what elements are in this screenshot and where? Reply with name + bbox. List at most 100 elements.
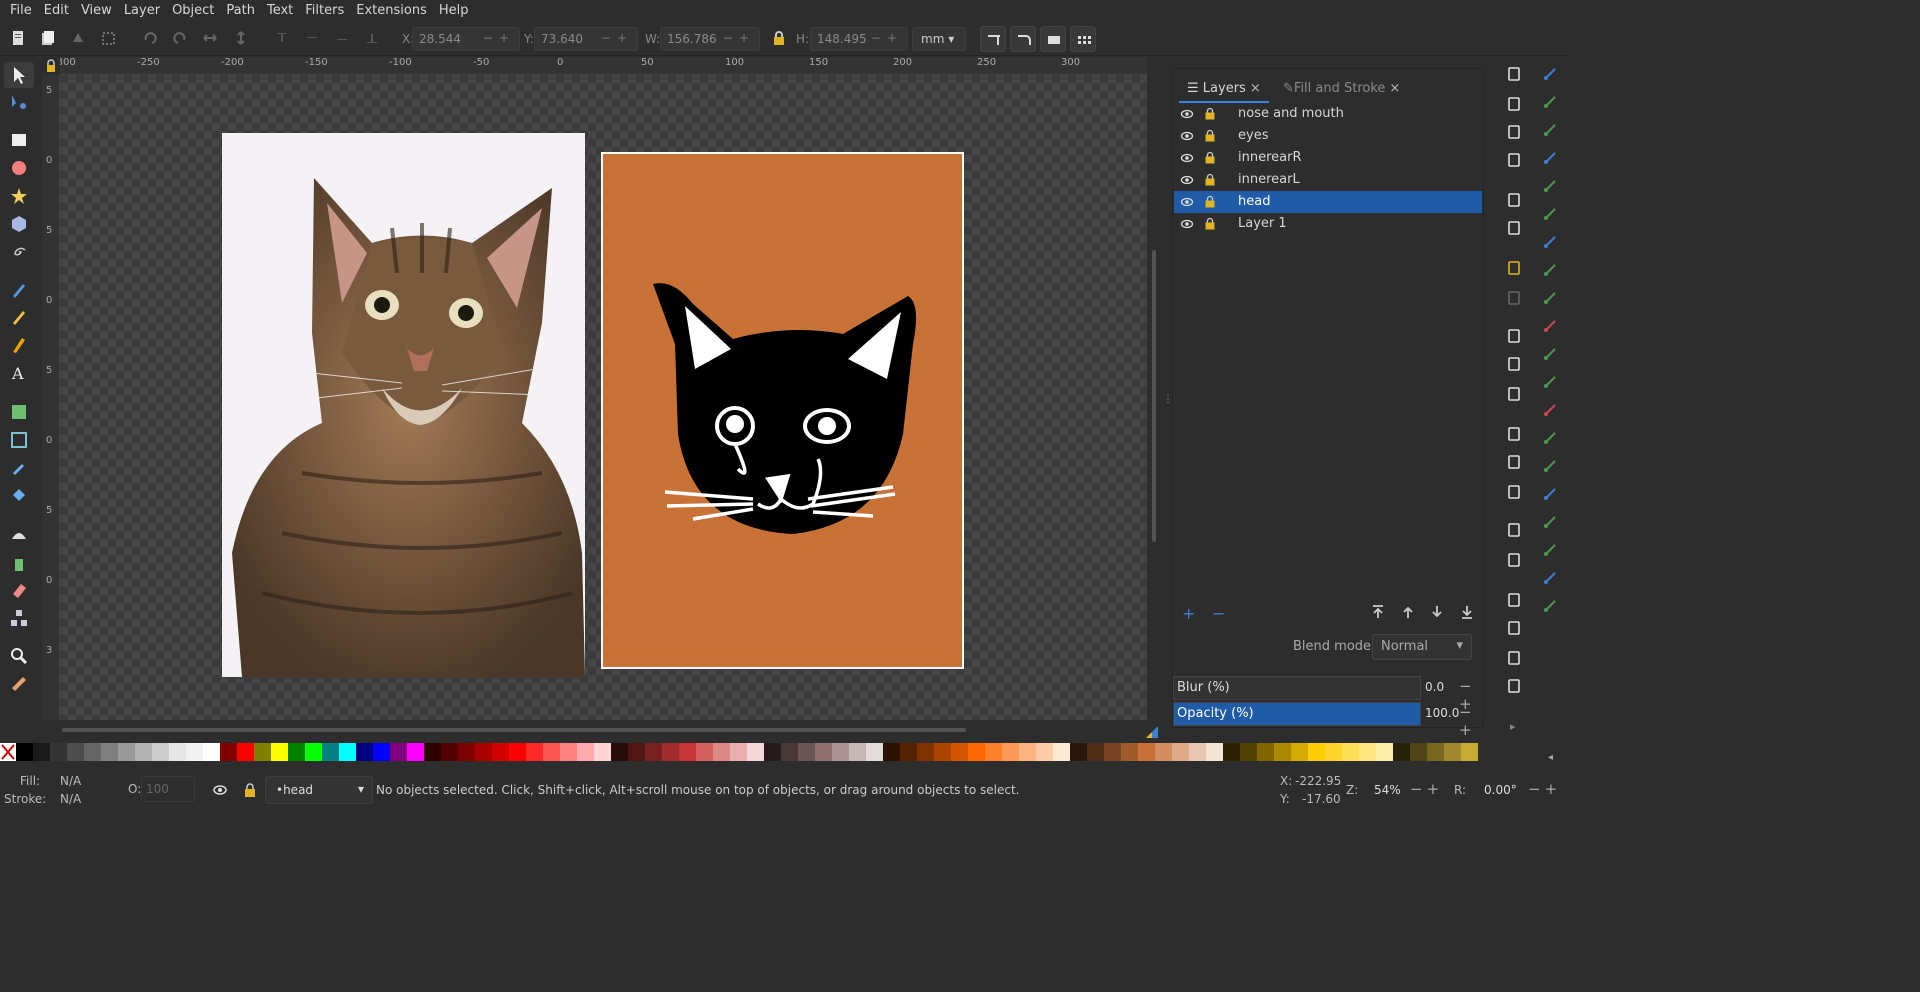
color-swatch[interactable]	[475, 743, 492, 761]
color-swatch[interactable]	[1053, 743, 1070, 761]
ungroup-icon[interactable]	[1506, 552, 1522, 568]
color-swatch[interactable]	[1461, 743, 1478, 761]
color-manage-icon[interactable]	[1146, 726, 1158, 738]
open-file-icon[interactable]	[1506, 96, 1522, 112]
print-icon[interactable]	[1506, 152, 1522, 168]
raise-icon[interactable]	[304, 30, 320, 46]
text-tool-icon[interactable]: A	[9, 363, 29, 383]
color-swatch[interactable]	[1036, 743, 1053, 761]
lock-icon[interactable]	[1204, 129, 1216, 142]
vertical-scrollbar[interactable]	[1150, 60, 1158, 720]
color-swatch[interactable]	[339, 743, 356, 761]
color-swatch[interactable]	[1223, 743, 1240, 761]
spiral-tool-icon[interactable]	[9, 242, 29, 262]
color-swatch[interactable]	[305, 743, 322, 761]
snap-option-icon[interactable]	[1542, 94, 1558, 110]
opacity-stepper[interactable]: −+	[1459, 703, 1481, 739]
move-patterns-button[interactable]	[1070, 26, 1096, 52]
color-swatch[interactable]	[764, 743, 781, 761]
color-swatch[interactable]	[662, 743, 679, 761]
eye-icon[interactable]	[1180, 151, 1194, 165]
color-swatch[interactable]	[747, 743, 764, 761]
lock-icon[interactable]	[1204, 195, 1216, 208]
color-swatch[interactable]	[509, 743, 526, 761]
lock-icon[interactable]	[1204, 151, 1216, 164]
opacity-field[interactable]: 100	[141, 776, 195, 802]
color-swatch[interactable]	[917, 743, 934, 761]
measure-tool-icon[interactable]	[9, 674, 29, 694]
w-field[interactable]: 156.786 −+	[660, 27, 760, 51]
snap-option-icon[interactable]	[1542, 262, 1558, 278]
zoom-tool-icon[interactable]	[9, 646, 29, 666]
commands-overflow-icon[interactable]: ▸	[1510, 720, 1516, 733]
snap-option-icon[interactable]	[1542, 206, 1558, 222]
color-swatch[interactable]	[50, 743, 67, 761]
deselect-icon[interactable]	[70, 30, 86, 46]
layer-row[interactable]: eyes	[1174, 125, 1482, 147]
color-swatch[interactable]	[798, 743, 815, 761]
lock-icon[interactable]	[1204, 107, 1216, 120]
paste-icon[interactable]	[1506, 386, 1522, 402]
color-swatch[interactable]	[1172, 743, 1189, 761]
color-swatch[interactable]	[628, 743, 645, 761]
color-swatch[interactable]	[1002, 743, 1019, 761]
snap-option-icon[interactable]	[1542, 234, 1558, 250]
star-tool-icon[interactable]	[9, 186, 29, 206]
color-swatch[interactable]	[815, 743, 832, 761]
color-swatch[interactable]	[594, 743, 611, 761]
eye-icon[interactable]	[1180, 129, 1194, 143]
pencil-tool-icon[interactable]	[9, 280, 29, 300]
color-swatch[interactable]	[526, 743, 543, 761]
calligraphy-tool-icon[interactable]	[9, 335, 29, 355]
rectangle-tool-icon[interactable]	[9, 130, 29, 150]
touch-select-icon[interactable]	[101, 30, 117, 46]
color-swatch[interactable]	[832, 743, 849, 761]
tab-fill-and-stroke[interactable]: ✎Fill and Stroke ×	[1275, 75, 1408, 103]
color-swatch[interactable]	[356, 743, 373, 761]
color-swatch[interactable]	[560, 743, 577, 761]
eraser-tool-icon[interactable]	[9, 580, 29, 600]
lock-icon[interactable]	[243, 782, 257, 798]
cat-artwork-page[interactable]	[601, 152, 964, 669]
menu-path[interactable]: Path	[220, 0, 261, 22]
layer-row[interactable]: nose and mouth	[1174, 103, 1482, 125]
vertical-ruler[interactable]: 5 0 5 0 5 0 5 0 3	[42, 75, 60, 720]
color-swatch[interactable]	[1274, 743, 1291, 761]
color-swatch[interactable]	[645, 743, 662, 761]
color-swatch[interactable]	[696, 743, 713, 761]
h-field[interactable]: 148.495 −+	[810, 27, 908, 51]
close-icon[interactable]: ×	[1389, 81, 1400, 96]
color-swatch[interactable]	[118, 743, 135, 761]
move-gradients-button[interactable]	[1040, 26, 1066, 52]
color-swatch[interactable]	[1393, 743, 1410, 761]
menu-edit[interactable]: Edit	[38, 0, 75, 22]
copy-icon[interactable]	[1506, 328, 1522, 344]
raise-to-top-icon[interactable]	[274, 30, 290, 46]
unit-select[interactable]: mm ▾	[912, 27, 966, 51]
raise-to-top-icon[interactable]	[1370, 604, 1386, 620]
menu-filters[interactable]: Filters	[299, 0, 350, 22]
clone-icon[interactable]	[1506, 454, 1522, 470]
snap-option-icon[interactable]	[1542, 318, 1558, 334]
color-swatch[interactable]	[934, 743, 951, 761]
flip-horizontal-icon[interactable]	[202, 30, 218, 46]
dropper-tool-icon[interactable]	[9, 457, 29, 477]
snap-option-icon[interactable]	[1542, 290, 1558, 306]
snap-option-icon[interactable]	[1542, 570, 1558, 586]
color-swatch[interactable]	[101, 743, 118, 761]
color-swatch[interactable]	[849, 743, 866, 761]
menu-help[interactable]: Help	[433, 0, 475, 22]
group-icon[interactable]	[1506, 522, 1522, 538]
remove-layer-button[interactable]: −	[1212, 604, 1225, 623]
color-swatch[interactable]	[390, 743, 407, 761]
layer-row[interactable]: innerearR	[1174, 147, 1482, 169]
menu-object[interactable]: Object	[166, 0, 220, 22]
color-swatch[interactable]	[1240, 743, 1257, 761]
rotation-stepper[interactable]: −+	[1528, 780, 1561, 798]
cat-photo[interactable]	[222, 133, 585, 677]
color-swatch[interactable]	[1410, 743, 1427, 761]
color-swatch[interactable]	[1189, 743, 1206, 761]
color-swatch[interactable]	[1342, 743, 1359, 761]
color-swatch[interactable]	[135, 743, 152, 761]
select-all-icon[interactable]	[10, 30, 26, 46]
